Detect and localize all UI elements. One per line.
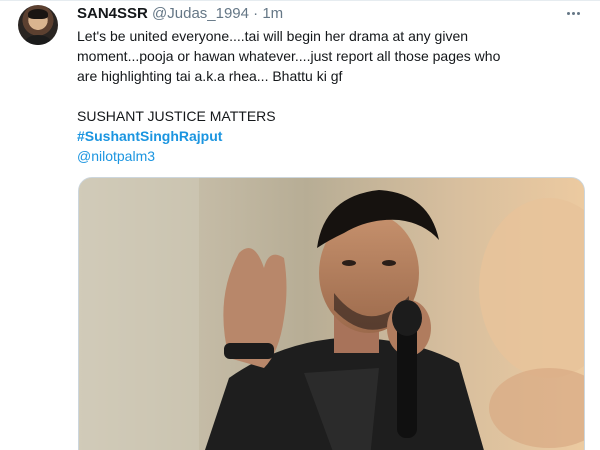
mention-link[interactable]: @nilotpalm3 bbox=[77, 146, 507, 166]
more-horizontal-icon[interactable] bbox=[566, 5, 586, 21]
tweet-text-line: Let's be united everyone....tai will beg… bbox=[77, 28, 501, 84]
hashtag-link[interactable]: #SushantSinghRajput bbox=[77, 126, 507, 146]
tweet-text: Let's be united everyone....tai will beg… bbox=[77, 26, 507, 166]
avatar[interactable] bbox=[18, 5, 58, 45]
tweet-time[interactable]: 1m bbox=[262, 5, 283, 22]
avatar-shirt bbox=[24, 35, 52, 45]
user-handle[interactable]: @Judas_1994 bbox=[152, 5, 249, 22]
tweet-header: SAN4SSR @Judas_1994 · 1m bbox=[77, 4, 283, 24]
separator-dot: · bbox=[253, 5, 259, 22]
tweet[interactable]: SAN4SSR @Judas_1994 · 1m Let's be united… bbox=[0, 0, 600, 450]
tagline: SUSHANT JUSTICE MATTERS bbox=[77, 108, 276, 124]
display-name[interactable]: SAN4SSR bbox=[77, 5, 148, 22]
tweet-media-photo[interactable] bbox=[78, 177, 585, 450]
media-illustration bbox=[79, 178, 584, 450]
avatar-hair bbox=[28, 9, 48, 19]
